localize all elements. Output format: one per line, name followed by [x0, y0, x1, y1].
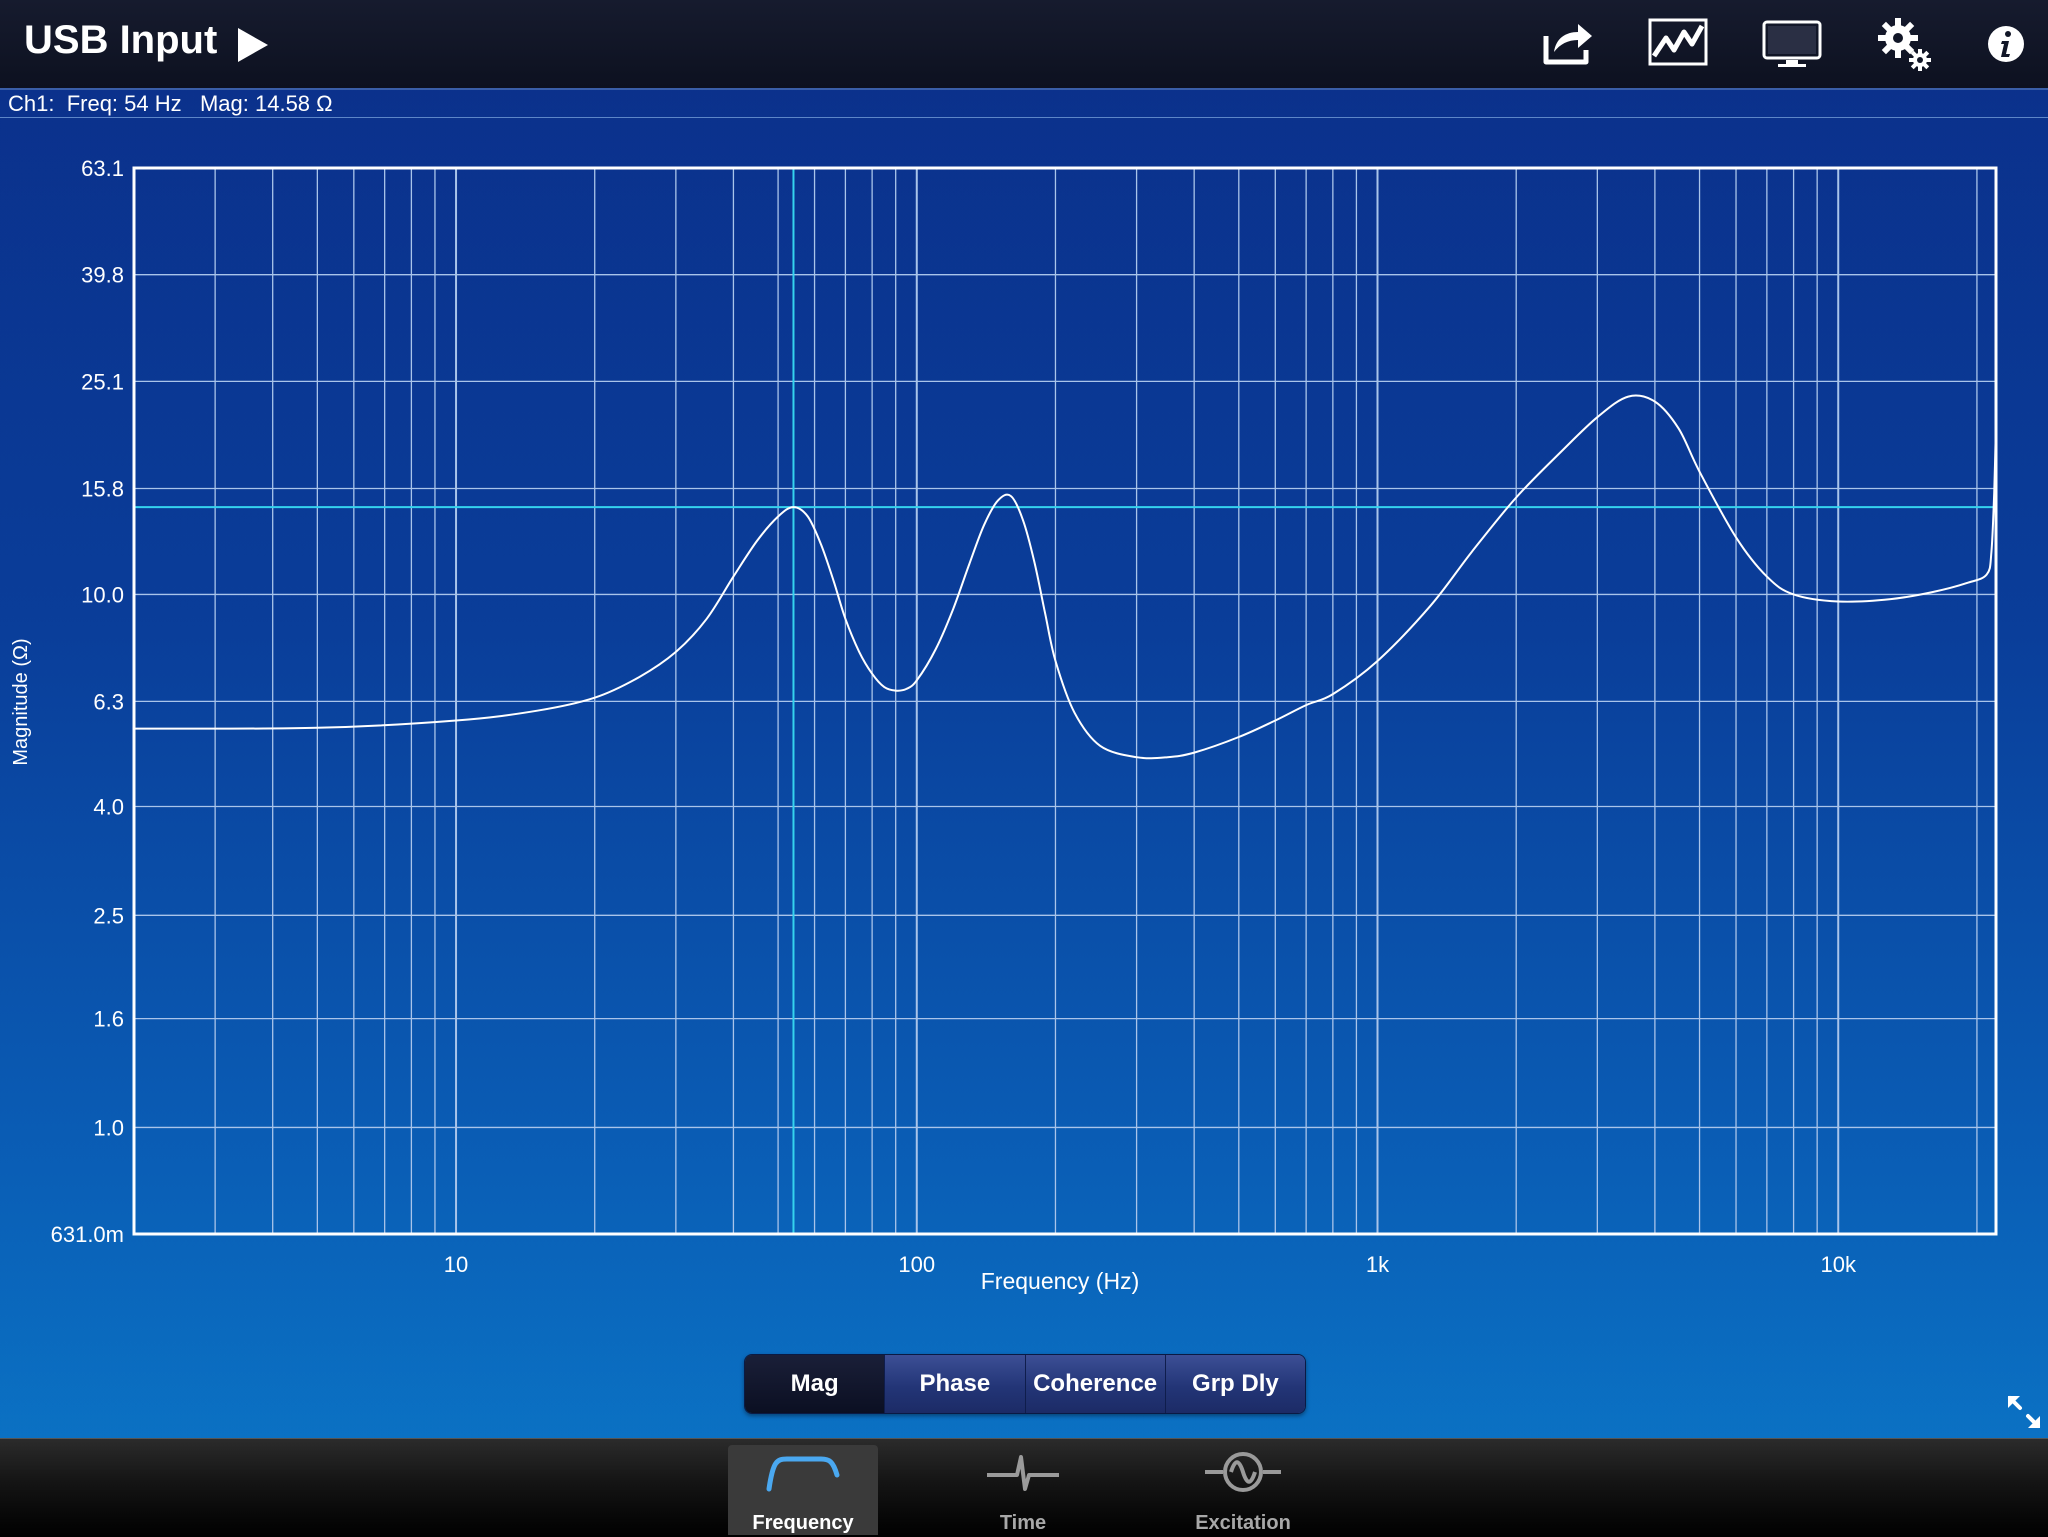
x-tick-label: 10 [444, 1252, 468, 1277]
segment-phase[interactable]: Phase [885, 1355, 1026, 1413]
trace-icon[interactable] [1646, 14, 1710, 74]
tab-frequency-label: Frequency [752, 1512, 854, 1534]
excitation-icon [1205, 1452, 1281, 1492]
cursor-readout: Ch1: Freq: 54 Hz Mag: 14.58 Ω [0, 90, 2048, 118]
y-tick-label: 4.0 [93, 795, 124, 820]
y-axis-label: Magnitude (Ω) [10, 638, 32, 765]
tab-frequency[interactable]: Frequency [728, 1445, 878, 1535]
chart-grid [134, 167, 1996, 1235]
play-icon[interactable] [236, 26, 270, 64]
info-icon[interactable] [1972, 14, 2036, 74]
y-tick-label: 39.8 [81, 263, 124, 288]
chart-tick-labels: 63.1 39.8 25.1 15.8 10.0 6.3 4.0 2.5 1.6 1.0 631.0… [51, 156, 1857, 1277]
y-tick-label: 6.3 [93, 689, 124, 714]
tab-excitation[interactable]: Excitation [1168, 1445, 1318, 1535]
x-tick-label: 10k [1820, 1252, 1856, 1277]
y-tick-label: 2.5 [93, 903, 124, 928]
time-icon [987, 1455, 1059, 1491]
settings-icon[interactable] [1872, 14, 1936, 74]
y-tick-label: 10.0 [81, 582, 124, 607]
y-tick-label: 15.8 [81, 477, 124, 502]
magnitude-chart[interactable]: 63.1 39.8 25.1 15.8 10.0 6.3 4.0 2.5 1.6 1.0 631.0… [0, 120, 2048, 1300]
y-tick-label: 63.1 [81, 156, 124, 181]
top-toolbar: USB Input [0, 0, 2048, 90]
impedance-trace [133, 394, 1997, 760]
y-tick-label: 631.0m [51, 1222, 124, 1247]
app-title[interactable]: USB Input [24, 18, 217, 63]
tab-time-label: Time [999, 1512, 1047, 1534]
display-icon[interactable] [1760, 14, 1824, 74]
tab-excitation-label: Excitation [1195, 1512, 1291, 1534]
x-tick-label: 100 [898, 1252, 935, 1277]
x-tick-label: 1k [1366, 1252, 1390, 1277]
view-segmented-control: Mag Phase Coherence Grp Dly [744, 1354, 1306, 1414]
x-axis-label: Frequency (Hz) [981, 1268, 1139, 1294]
bottom-tab-bar: Frequency Time Excitation [0, 1438, 2048, 1537]
share-icon[interactable] [1536, 14, 1600, 74]
tab-time[interactable]: Time [948, 1445, 1098, 1535]
segment-mag[interactable]: Mag [745, 1355, 886, 1413]
y-tick-label: 1.0 [93, 1115, 124, 1140]
y-tick-label: 1.6 [93, 1007, 124, 1032]
segment-grp-dly[interactable]: Grp Dly [1165, 1355, 1305, 1413]
expand-icon[interactable] [2004, 1392, 2044, 1432]
segment-coherence[interactable]: Coherence [1025, 1355, 1166, 1413]
frequency-icon [766, 1456, 840, 1492]
y-tick-label: 25.1 [81, 369, 124, 394]
